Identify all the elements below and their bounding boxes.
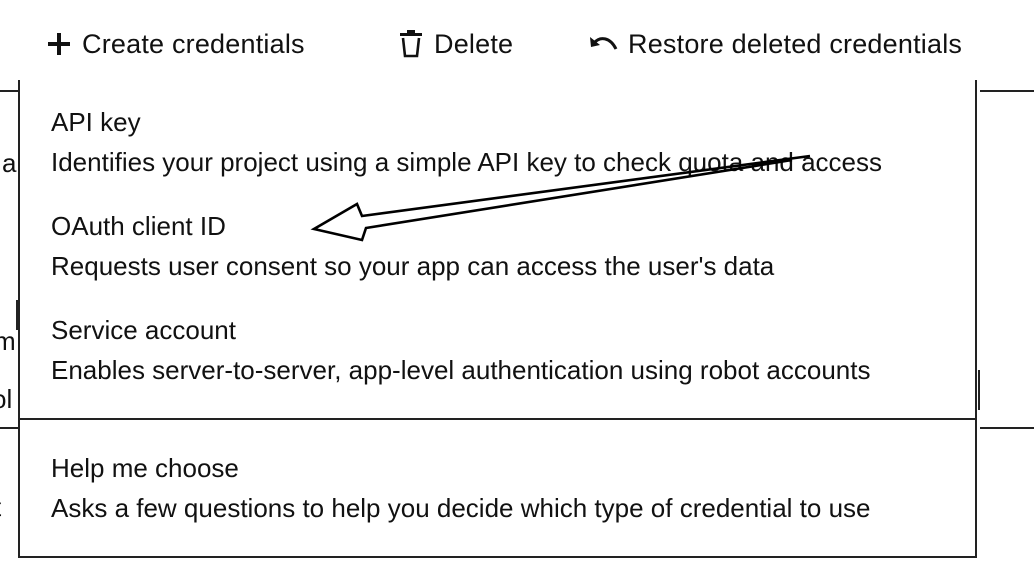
- background-text-fragment: ol: [0, 384, 13, 414]
- undo-icon: [588, 33, 618, 55]
- menu-item-api-key[interactable]: API key Identifies your project using a …: [51, 106, 882, 178]
- menu-item-service-account[interactable]: Service account Enables server-to-server…: [51, 314, 870, 386]
- menu-item-help-me-choose[interactable]: Help me choose Asks a few questions to h…: [51, 452, 870, 524]
- create-credentials-label: Create credentials: [82, 28, 305, 59]
- restore-deleted-credentials-button[interactable]: Restore deleted credentials: [588, 24, 962, 64]
- menu-item-title: OAuth client ID: [51, 211, 226, 241]
- background-border: [978, 370, 980, 410]
- plus-icon: [46, 31, 72, 57]
- menu-item-title: Help me choose: [51, 453, 239, 483]
- menu-item-title: Service account: [51, 315, 236, 345]
- menu-divider: [20, 418, 975, 420]
- background-divider: [980, 90, 1034, 92]
- menu-item-description: Asks a few questions to help you decide …: [51, 493, 871, 523]
- menu-item-description: Requests user consent so your app can ac…: [51, 251, 775, 281]
- delete-label: Delete: [434, 28, 514, 59]
- background-text-fragment: a: [2, 148, 17, 178]
- create-credentials-button[interactable]: Create credentials: [46, 24, 305, 64]
- menu-item-oauth-client-id[interactable]: OAuth client ID Requests user consent so…: [51, 210, 774, 282]
- trash-icon: [398, 30, 424, 58]
- background-text-fragment: m: [0, 326, 16, 356]
- background-divider: [980, 427, 1034, 429]
- background-divider: [0, 427, 18, 429]
- background-divider: [0, 90, 18, 92]
- menu-item-description: Enables server-to-server, app-level auth…: [51, 355, 871, 385]
- menu-item-title: API key: [51, 107, 141, 137]
- restore-deleted-credentials-label: Restore deleted credentials: [628, 28, 963, 59]
- create-credentials-menu: API key Identifies your project using a …: [18, 80, 977, 558]
- menu-item-description: Identifies your project using a simple A…: [51, 147, 883, 177]
- delete-button[interactable]: Delete: [398, 24, 513, 64]
- background-text-fragment: t: [0, 492, 1, 523]
- credentials-toolbar: Create credentials Delete Restore delete…: [0, 0, 1034, 88]
